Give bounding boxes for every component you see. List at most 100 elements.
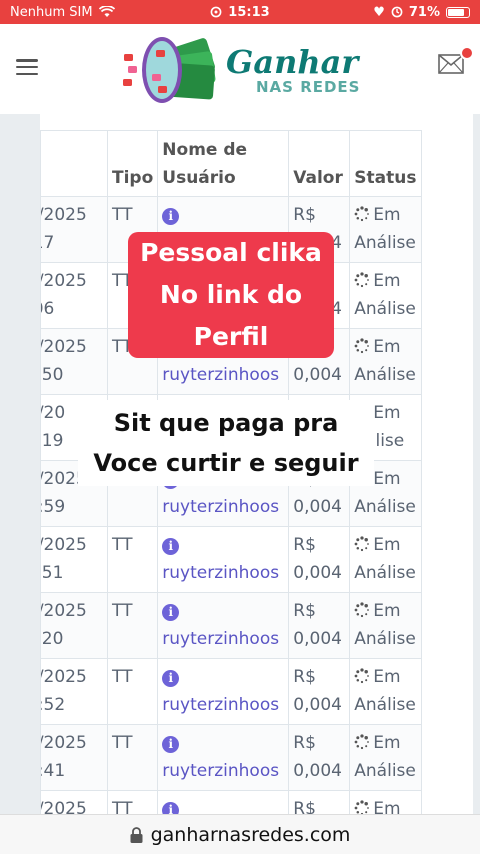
info-icon[interactable]: i	[162, 802, 180, 814]
date-line: 0/2025	[42, 205, 87, 225]
battery-icon	[446, 6, 470, 18]
date-line: 0/2025	[42, 601, 87, 621]
cell-username: i ruyterzinhoos	[157, 526, 290, 593]
status-line: Análise	[354, 563, 416, 583]
currency: R$	[293, 667, 316, 687]
status-line: Em	[373, 535, 401, 555]
column-header-value: Valor	[288, 130, 351, 197]
loading-spinner-icon	[354, 734, 370, 750]
lock-icon	[130, 826, 143, 843]
status-line: Análise	[354, 233, 416, 253]
cell-status: Em Análise	[349, 724, 423, 791]
status-line: Em	[373, 601, 401, 621]
currency: R$	[293, 733, 316, 753]
mail-icon[interactable]	[438, 54, 464, 74]
cell-username: i	[157, 790, 290, 814]
status-line: Análise	[354, 761, 416, 781]
logo-mark-icon	[123, 37, 216, 103]
status-line: Em	[373, 733, 401, 753]
browser-url-bar[interactable]: ganharnasredes.com	[0, 814, 480, 854]
info-icon[interactable]: i	[162, 604, 180, 621]
status-line: Análise	[354, 299, 416, 319]
status-line: Em	[373, 271, 401, 291]
column-header-type: Tipo	[106, 130, 159, 197]
date-line: 0/2025	[42, 271, 87, 291]
cell-value: R$	[288, 790, 351, 814]
time-line: ?:50	[41, 365, 64, 385]
column-header-username: Nome de Usuário	[157, 130, 290, 197]
time-line: 5:52	[42, 695, 66, 715]
time-line: ?:51	[41, 563, 64, 583]
status-line: Em	[373, 469, 401, 489]
wifi-icon	[98, 6, 115, 17]
cell-date: 0/2025 5:52	[40, 658, 108, 725]
status-line: Em	[373, 337, 401, 357]
amount: 0,004	[293, 563, 342, 583]
username-link[interactable]: ruyterzinhoos	[162, 625, 284, 653]
battery-percent: 71%	[408, 4, 440, 20]
username-link[interactable]: ruyterzinhoos	[162, 559, 284, 587]
cell-status: Em Análise	[349, 592, 423, 659]
loading-spinner-icon	[354, 602, 370, 618]
promo-caption-white: Sit que paga pra Voce curtir e seguir	[78, 400, 374, 486]
amount: 0,004	[293, 365, 342, 385]
cell-username: i ruyterzinhoos	[157, 658, 290, 725]
cell-username: i ruyterzinhoos	[157, 592, 290, 659]
table-row: 0/2025 ?:20 TTi ruyterzinhoos R$ 0,004 Em Análi…	[40, 592, 423, 659]
loading-spinner-icon	[354, 800, 370, 814]
cell-type: TT	[106, 526, 159, 593]
info-icon[interactable]: i	[162, 736, 180, 753]
date-line: 0/2025	[42, 799, 87, 814]
table-header-row: Tipo Nome de Usuário Valor Status	[40, 130, 423, 197]
cell-date: 0/2025 :06	[40, 262, 108, 329]
column-header-date	[40, 130, 108, 197]
caption-line: Pessoal clika	[140, 238, 322, 267]
table-row: 0/2025 TTi R$ Em	[40, 790, 423, 814]
status-line: Em	[373, 205, 401, 225]
caption-line: Sit que paga pra	[113, 409, 339, 437]
status-line: Em	[373, 403, 401, 423]
date-line: 0/2025	[42, 667, 87, 687]
time-line: 5:41	[42, 761, 66, 781]
carrier-label: Nenhum SIM	[10, 4, 93, 20]
cell-value: R$ 0,004	[288, 658, 351, 725]
cell-status: Em Análise	[349, 328, 423, 395]
cell-date: 0/2025 ?:51	[40, 526, 108, 593]
location-icon	[391, 6, 403, 18]
time-line: :06	[42, 299, 55, 319]
loading-spinner-icon	[354, 338, 370, 354]
currency: R$	[293, 205, 316, 225]
clock: 15:13	[228, 4, 270, 20]
username-link[interactable]: ruyterzinhoos	[162, 757, 284, 785]
info-icon[interactable]: i	[162, 670, 180, 687]
status-line: Análise	[354, 497, 416, 517]
info-icon[interactable]: i	[162, 208, 180, 225]
caption-line: Perfil	[193, 322, 269, 351]
logo-subtitle: NAS REDES	[256, 77, 361, 96]
table-row: 0/2025 5:41 TTi ruyterzinhoos R$ 0,004 Em Análi…	[40, 724, 423, 791]
alarm-icon	[210, 6, 222, 18]
cell-date: 0/2025 5:41	[40, 724, 108, 791]
site-header: Ganhar NAS REDES	[0, 24, 480, 114]
url-text: ganharnasredes.com	[150, 823, 351, 846]
loading-spinner-icon	[354, 668, 370, 684]
username-link[interactable]: ruyterzinhoos	[162, 361, 284, 389]
username-link[interactable]: ruyterzinhoos	[162, 493, 284, 521]
logo-title: Ganhar	[226, 42, 359, 81]
table-row: 0/2025 ?:51 TTi ruyterzinhoos R$ 0,004 Em Análi…	[40, 526, 423, 593]
cell-status: Em Análise	[349, 658, 423, 725]
cell-type: TT	[106, 724, 159, 791]
username-link[interactable]: ruyterzinhoos	[162, 691, 284, 719]
date-line: 0/2025	[42, 337, 87, 357]
date-line: 0/2025	[42, 733, 87, 753]
amount: 0,004	[293, 695, 342, 715]
status-line: Análise	[354, 365, 416, 385]
status-bar: Nenhum SIM 15:13 ♥ 71%	[0, 0, 480, 24]
status-line: Análise	[354, 695, 416, 715]
cell-date: 0/2025 ?:20	[40, 592, 108, 659]
site-logo[interactable]: Ganhar NAS REDES	[118, 34, 361, 106]
caption-line: Voce curtir e seguir	[93, 449, 359, 477]
info-icon[interactable]: i	[162, 538, 180, 555]
amount: 0,004	[293, 761, 342, 781]
hamburger-menu-icon[interactable]	[14, 56, 40, 78]
